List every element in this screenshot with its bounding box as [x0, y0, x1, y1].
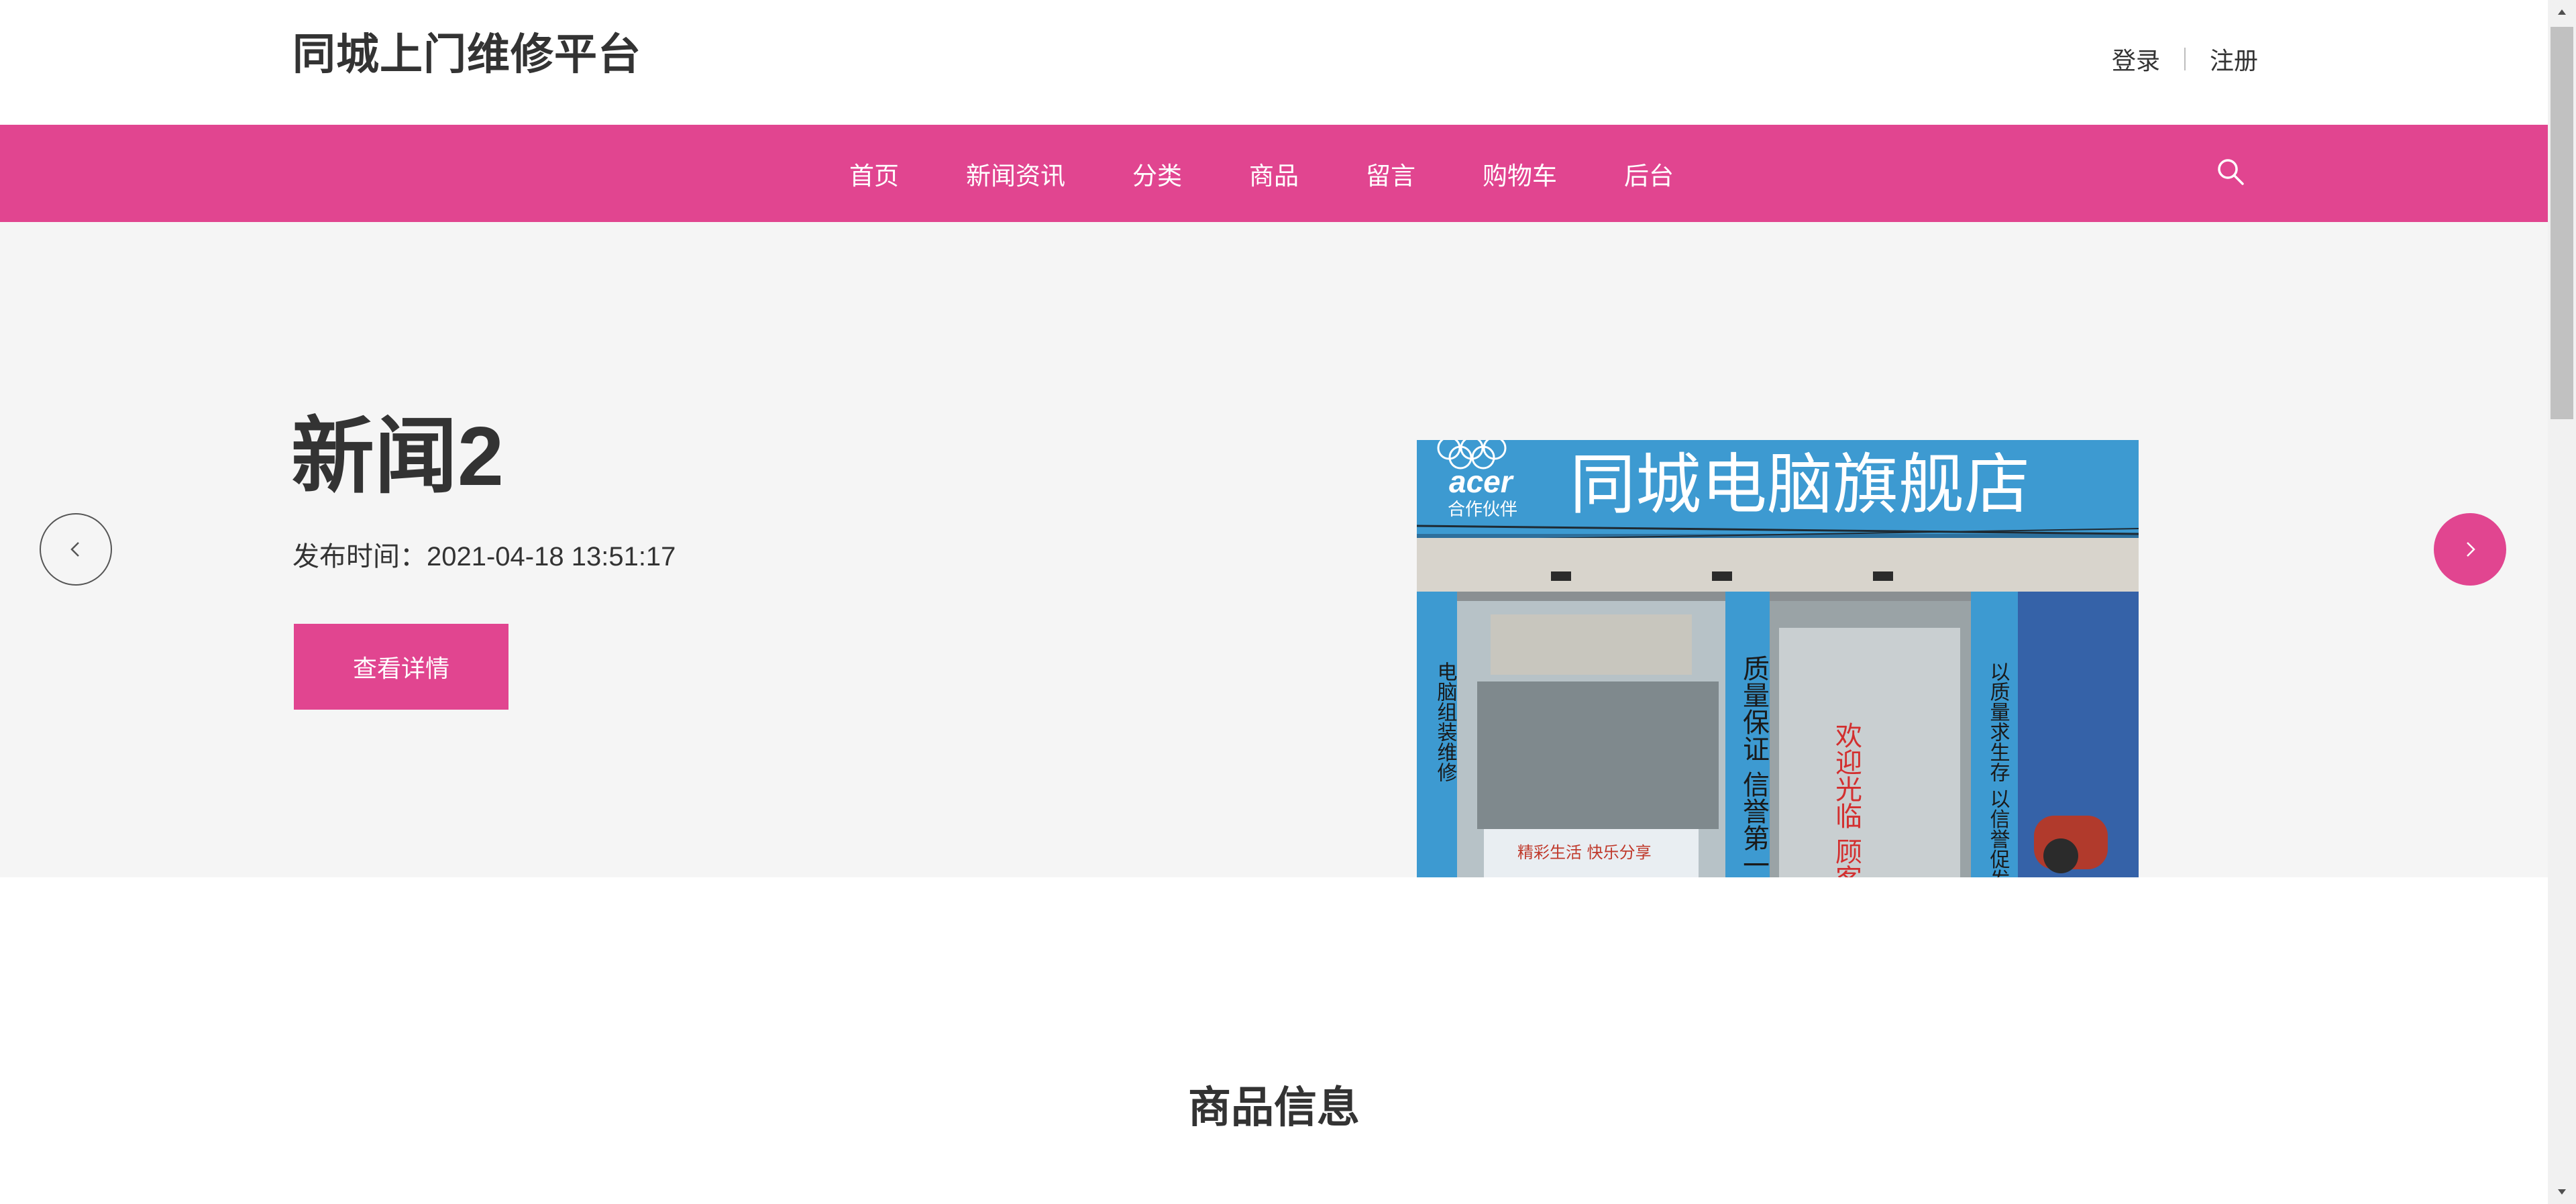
view-details-button[interactable]: 查看详情 — [294, 624, 508, 710]
nav-item-category[interactable]: 分类 — [1132, 156, 1182, 192]
auth-links: 登录 注册 — [2112, 42, 2258, 76]
page: 同城上门维修平台 登录 注册 首页 新闻资讯 分类 商品 留言 购物车 后台 新… — [0, 0, 2548, 1204]
scroll-down-button[interactable] — [2548, 1180, 2576, 1204]
site-title: 同城上门维修平台 — [292, 30, 641, 80]
store-mid-pillar-text: 质量保证 信誉第一 — [1738, 655, 1770, 877]
scroll-up-button[interactable] — [2548, 0, 2576, 24]
auth-divider — [2184, 48, 2186, 70]
news-carousel: 新闻2 发布时间：2021-04-18 13:51:17 查看详情 acer 合… — [0, 222, 2548, 877]
store-poster-text: 精彩生活 快乐分享 — [1517, 843, 1652, 862]
search-icon — [2218, 159, 2244, 185]
store-right-pillar-text: 以质量求生存 以信誉促发展 — [1986, 661, 2010, 877]
carousel-next-button[interactable] — [2434, 513, 2506, 586]
news-title: 新闻2 — [291, 411, 504, 503]
nav-item-messages[interactable]: 留言 — [1366, 156, 1415, 192]
nav-item-cart[interactable]: 购物车 — [1483, 156, 1557, 192]
nav-item-news[interactable]: 新闻资讯 — [966, 156, 1065, 192]
chevron-left-icon — [70, 542, 79, 557]
store-sign-text: 同城电脑旗舰店 — [1570, 447, 2030, 523]
nav-item-home[interactable]: 首页 — [849, 156, 899, 192]
login-link[interactable]: 登录 — [2112, 42, 2160, 76]
nav-item-products[interactable]: 商品 — [1249, 156, 1299, 192]
news-publish-time: 发布时间：2021-04-18 13:51:17 — [292, 542, 676, 571]
search-button[interactable] — [2216, 157, 2245, 186]
news-image: acer 合作伙伴 同城电脑旗舰店 电脑组装维修 精彩生活 快乐分享 质量保证 … — [1417, 440, 2139, 877]
register-link[interactable]: 注册 — [2210, 42, 2258, 76]
products-section-title: 商品信息 — [1188, 1083, 1360, 1133]
triangle-up-icon — [2558, 9, 2566, 15]
top-header: 同城上门维修平台 登录 注册 — [0, 0, 2548, 125]
main-nav: 首页 新闻资讯 分类 商品 留言 购物车 后台 — [849, 125, 1674, 222]
main-navbar: 首页 新闻资讯 分类 商品 留言 购物车 后台 — [0, 125, 2548, 222]
nav-item-admin[interactable]: 后台 — [1624, 156, 1674, 192]
store-left-pillar-text: 电脑组装维修 — [1434, 661, 1458, 782]
store-front-image: acer 合作伙伴 同城电脑旗舰店 电脑组装维修 精彩生活 快乐分享 质量保证 … — [1417, 440, 2139, 877]
store-brand-text: acer — [1449, 464, 1514, 499]
scroll-thumb[interactable] — [2551, 27, 2573, 419]
chevron-right-icon — [2467, 542, 2475, 557]
triangle-down-icon — [2558, 1189, 2566, 1195]
store-door-text: 欢迎光临 顾客至上 — [1831, 722, 1862, 877]
carousel-prev-button[interactable] — [40, 513, 112, 586]
page-scrollbar[interactable] — [2548, 0, 2576, 1204]
store-brand-sub-text: 合作伙伴 — [1448, 500, 1517, 520]
